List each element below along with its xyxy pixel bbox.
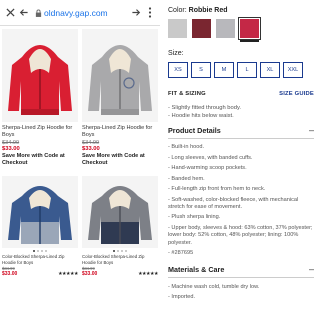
close-icon[interactable]	[3, 6, 17, 20]
color-swatch[interactable]	[192, 19, 211, 38]
detail-item: - Hand-warming scoop pockets.	[168, 165, 247, 171]
product-title[interactable]: Sherpa-Lined Zip Hoodie for Boys	[82, 125, 158, 139]
product-sale-price: $33.00	[2, 271, 18, 277]
product-sale-price: $33.00	[82, 271, 98, 277]
detail-item: - Soft-washed, color-blocked fleece, wit…	[168, 196, 299, 210]
product-title[interactable]: Color-Blocked Sherpa-Lined Zip Hoodie fo…	[82, 254, 158, 265]
product-card[interactable]: Sherpa-Lined Zip Hoodie for Boys $34.99 …	[82, 29, 158, 176]
selected-swatch-indicator	[240, 40, 259, 42]
detail-item: - #287695	[168, 250, 194, 257]
url-text: oldnavy.gap.com	[44, 7, 108, 18]
rating-stars: ★★★★★	[58, 271, 78, 277]
size-xs-button[interactable]: XS	[168, 62, 188, 78]
detail-item: - Built-in hood.	[168, 144, 205, 150]
color-swatches	[168, 17, 314, 40]
size-l-button[interactable]: L	[237, 62, 257, 78]
care-item: - Machine wash cold, tumble dry low.	[168, 283, 260, 290]
collapse-icon[interactable]: –	[309, 126, 314, 135]
product-card[interactable]: Color-Blocked Sherpa-Lined Zip Hoodie fo…	[82, 176, 158, 320]
product-card[interactable]: Color-Blocked Sherpa-Lined Zip Hoodie fo…	[2, 176, 78, 320]
rating-stars: ★★★★★	[138, 271, 158, 277]
fit-sizing-header: FIT & SIZING SIZE GUIDE	[168, 91, 314, 97]
product-title[interactable]: Sherpa-Lined Zip Hoodie for Boys	[2, 125, 78, 139]
product-card[interactable]: Sherpa-Lined Zip Hoodie for Boys $34.99 …	[2, 29, 78, 176]
size-options: XS S M L XL XXL	[168, 62, 314, 78]
forward-arrow-icon[interactable]	[129, 6, 143, 20]
color-swatch[interactable]	[216, 19, 235, 38]
materials-care-list: - Machine wash cold, tumble dry low. - I…	[168, 284, 314, 302]
size-guide-link[interactable]: SIZE GUIDE	[279, 91, 314, 97]
size-xl-button[interactable]: XL	[260, 62, 280, 78]
product-title[interactable]: Color-Blocked Sherpa-Lined Zip Hoodie fo…	[2, 254, 78, 265]
color-swatch[interactable]	[168, 19, 187, 38]
product-sale-price: $33.00	[2, 146, 20, 152]
carousel-dots[interactable]	[82, 250, 158, 252]
product-image-red-hoodie[interactable]	[2, 29, 78, 122]
fit-item: - Hoodie hits below waist.	[168, 113, 234, 119]
product-image-gray-hoodie[interactable]	[82, 29, 158, 122]
size-label: Size:	[168, 50, 184, 57]
size-m-button[interactable]: M	[214, 62, 234, 78]
product-image-gray-colorblock-hoodie[interactable]	[82, 176, 158, 248]
product-sale-price: $33.00	[82, 146, 100, 152]
collapse-icon[interactable]: –	[309, 264, 314, 273]
fit-item: - Slightly fitted through body.	[168, 105, 242, 111]
product-grid: Sherpa-Lined Zip Hoodie for Boys $34.99 …	[0, 26, 160, 320]
detail-item: - Plush sherpa lining.	[168, 214, 221, 221]
product-promo: Save More with Code at Checkout	[2, 153, 65, 166]
back-arrow-icon[interactable]	[17, 6, 31, 20]
product-detail-panel: Color: Robbie Red Size: XS S M L XL XXL …	[162, 0, 320, 320]
care-item: - Imported.	[168, 294, 196, 301]
address-field[interactable]: oldnavy.gap.com	[35, 8, 125, 18]
color-value: Robbie Red	[188, 7, 228, 14]
product-details-header[interactable]: Product Details –	[168, 126, 314, 139]
fit-list: - Slightly fitted through body. - Hoodie…	[168, 104, 314, 120]
carousel-dots[interactable]	[2, 250, 78, 252]
mobile-browser-panel: oldnavy.gap.com Sherpa-Lined Zip Hoodie …	[0, 0, 160, 320]
size-s-button[interactable]: S	[191, 62, 211, 78]
color-label: Color:	[168, 7, 187, 14]
browser-url-bar: oldnavy.gap.com	[0, 0, 160, 26]
more-vert-icon[interactable]	[143, 6, 157, 20]
lock-icon	[35, 9, 42, 17]
color-selection-label: Color: Robbie Red	[168, 7, 314, 14]
size-xxl-button[interactable]: XXL	[283, 62, 303, 78]
color-swatch[interactable]	[238, 17, 261, 40]
materials-care-title: Materials & Care	[168, 264, 225, 274]
detail-item: - Full-length zip front from hem to neck…	[168, 186, 266, 192]
detail-item: - Banded hem.	[168, 175, 205, 182]
detail-item: - Long sleeves, with banded cuffs.	[168, 154, 253, 161]
materials-care-header[interactable]: Materials & Care –	[168, 264, 314, 278]
product-image-blue-colorblock-hoodie[interactable]	[2, 176, 78, 248]
product-promo: Save More with Code at Checkout	[82, 153, 145, 166]
fit-sizing-title: FIT & SIZING	[168, 91, 206, 97]
product-details-list: - Built-in hood. - Long sleeves, with ba…	[168, 144, 314, 258]
detail-item: - Upper body, sleeves & hood: 63% cotton…	[168, 224, 313, 246]
product-details-title: Product Details	[168, 126, 221, 135]
